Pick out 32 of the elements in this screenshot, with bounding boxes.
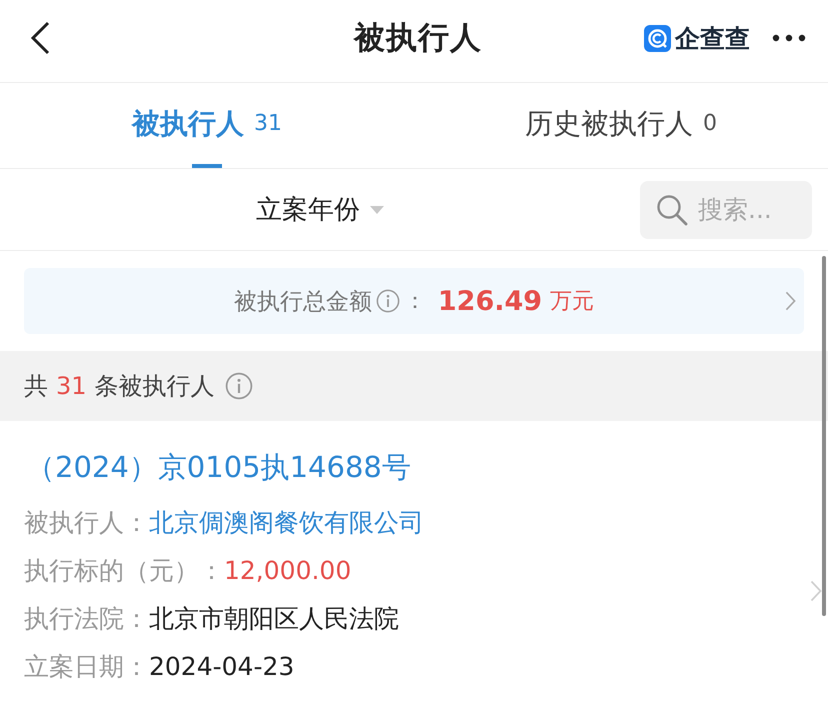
chevron-right-icon — [785, 291, 796, 311]
info-icon[interactable] — [376, 289, 400, 313]
logo-icon — [644, 24, 671, 52]
more-button[interactable] — [772, 34, 806, 42]
label-colon: ： — [404, 288, 426, 316]
field-value: 2024-04-23 — [149, 652, 294, 680]
total-amount: 126.49 — [438, 286, 542, 316]
amount-unit: 万元 — [550, 288, 594, 316]
field-value: 北京市朝阳区人民法院 — [149, 602, 399, 634]
result-count-text: 共 31 条被执行人 — [24, 371, 215, 402]
tab[interactable]: 被执行人 31 — [0, 83, 414, 168]
back-icon — [30, 21, 50, 55]
brand-name: 企查查 — [675, 22, 750, 54]
total-amount-label: 被执行总金额 — [234, 288, 372, 316]
amount-value: 12,000.00 — [224, 556, 352, 584]
tab[interactable]: 历史被执行人 0 — [414, 83, 828, 168]
case-number-link[interactable]: （2024）京0105执14688号 — [26, 445, 411, 489]
info-icon[interactable] — [224, 372, 253, 400]
chevron-right-icon — [810, 579, 822, 603]
search-icon — [656, 194, 688, 226]
field-label: 被执行人： — [24, 506, 149, 538]
field-label: 执行法院： — [24, 602, 149, 634]
more-icon — [772, 34, 806, 42]
caret-down-icon — [370, 206, 384, 214]
summary-card[interactable]: 被执行总金额 ： 126.49 万元 — [24, 268, 804, 334]
back-button[interactable] — [30, 21, 50, 55]
field-label: 执行标的（元）： — [24, 554, 224, 586]
company-link[interactable]: 北京倜澳阁餐饮有限公司 — [149, 506, 424, 538]
search-field[interactable]: 搜索... — [640, 180, 812, 238]
field-label: 立案日期： — [24, 650, 149, 682]
year-filter-dropdown[interactable]: 立案年份 — [256, 192, 384, 227]
page-title: 被执行人 — [354, 19, 482, 58]
